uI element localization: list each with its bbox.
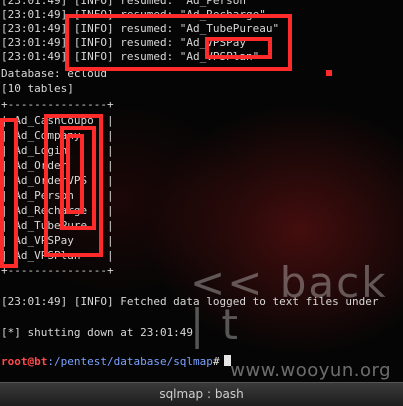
table-row: | Ad_OrderVPS | bbox=[1, 174, 114, 187]
backtrack-watermark: << back | t bbox=[190, 258, 388, 349]
table-count: [10 tables] bbox=[1, 82, 74, 95]
wooyun-watermark: www.wooyun.org bbox=[230, 360, 391, 381]
table-border-bottom: +---------------+ bbox=[1, 264, 114, 277]
log-line: [23:01:49] [INFO] resumed: "Ad_VPSPay" bbox=[1, 36, 253, 49]
table-row: | Ad_VPSPay | bbox=[1, 234, 114, 247]
table-row: | Ad_Company | bbox=[1, 129, 114, 142]
log-line: [23:01:49] [INFO] resumed: "Ad_TubePurea… bbox=[1, 22, 280, 35]
table-row: | Ad_Order | bbox=[1, 159, 114, 172]
taskbar-title: sqlmap : bash bbox=[159, 387, 244, 401]
table-row: | Ad_Recharge | bbox=[1, 204, 114, 217]
taskbar[interactable]: sqlmap : bash bbox=[0, 382, 403, 406]
log-line: [23:01:49] [INFO] resumed: "Ad_VPSPlan" bbox=[1, 50, 260, 63]
prompt-path: :/pentest/database/sqlmap bbox=[47, 355, 213, 368]
shutdown-line: [*] shutting down at 23:01:49 bbox=[1, 326, 194, 339]
table-row: | Ad_Login | bbox=[1, 144, 114, 157]
highlight-marker bbox=[326, 70, 332, 76]
prompt-user-host: root@bt bbox=[1, 355, 48, 368]
log-line: [23:01:49] [INFO] resumed: "Ad_Person" bbox=[1, 0, 253, 7]
terminal-screen: [23:01:49] [INFO] resumed: "Ad_Person" [… bbox=[0, 0, 403, 405]
table-row: | Ad_CashCoupo | bbox=[1, 114, 114, 127]
table-row: | Ad_TubePure | bbox=[1, 219, 114, 232]
table-row: | Ad_Person | bbox=[1, 189, 114, 202]
log-line: [23:01:49] [INFO] resumed: "Ad_Recharge" bbox=[1, 8, 266, 21]
database-line: Database: ecloud bbox=[1, 67, 107, 80]
shell-prompt[interactable]: root@bt:/pentest/database/sqlmap# bbox=[1, 355, 231, 369]
prompt-symbol: # bbox=[212, 355, 220, 368]
table-border-top: +---------------+ bbox=[1, 98, 114, 111]
table-row: | Ad_VPSPlan | bbox=[1, 249, 114, 262]
